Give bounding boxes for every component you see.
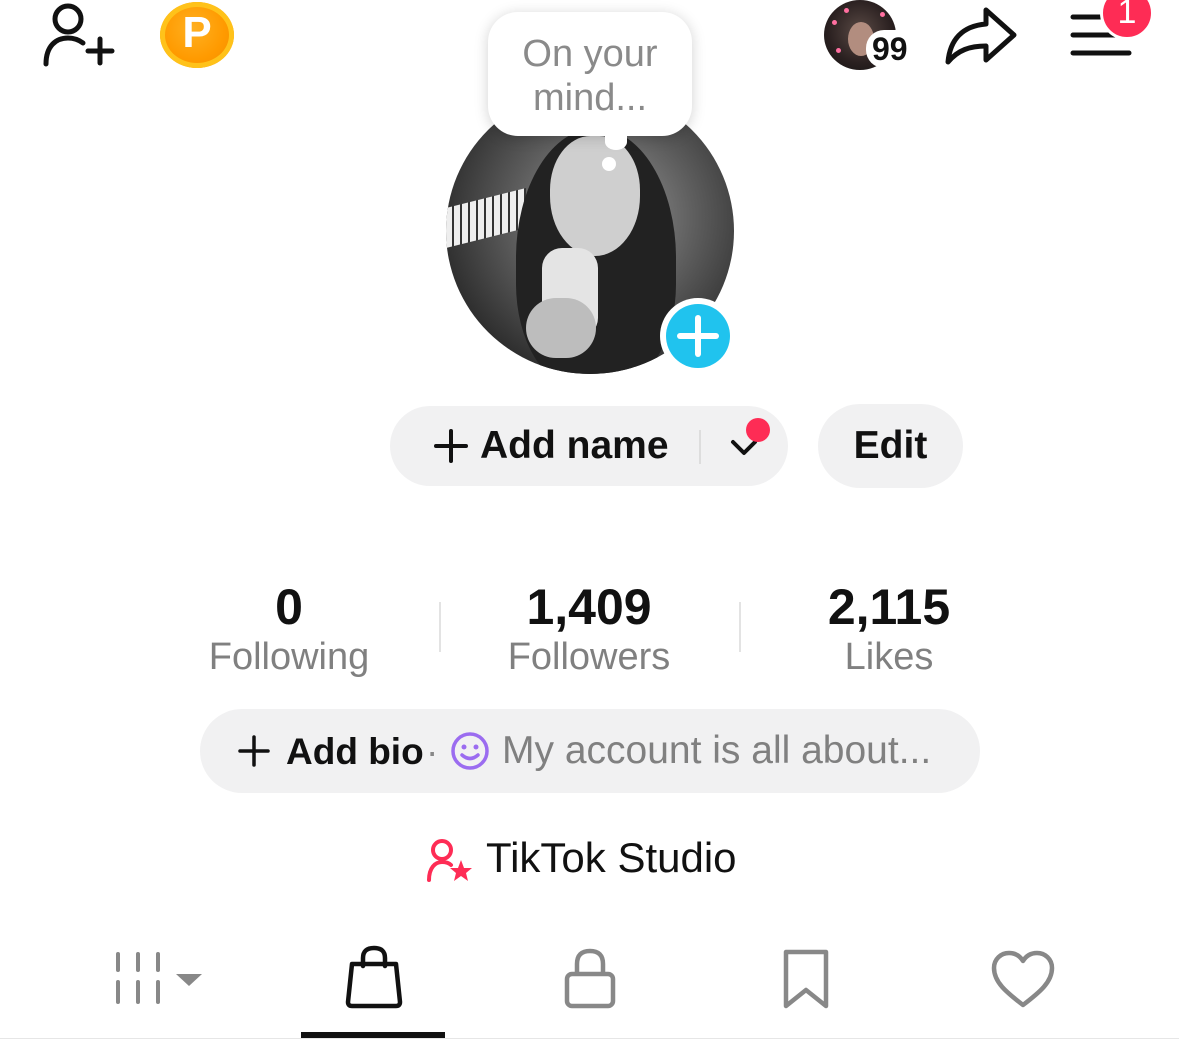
bubble-line-2: mind... [532,77,648,119]
stat-followers[interactable]: 1,409 Followers [439,578,739,679]
photo-keyboard [446,188,526,248]
plus-icon [677,315,719,357]
add-name-button[interactable]: Add name [390,406,788,486]
coin-letter: P [182,8,212,57]
pill-divider [699,430,701,464]
tab-shop[interactable] [344,944,404,1010]
following-count: 0 [275,579,303,635]
chevron-down-icon[interactable] [730,439,758,457]
tab-saved[interactable] [780,948,832,1010]
share-arrow-icon [945,7,1017,65]
bookmark-icon [783,949,829,1009]
likes-count: 2,115 [827,579,951,635]
shopping-bag-icon [345,945,403,1009]
decoration-dot [836,48,841,53]
stat-following[interactable]: 0 Following [139,578,439,679]
person-star-icon [427,839,472,882]
share-profile-button[interactable] [944,4,1018,68]
smiley-icon [451,732,489,770]
add-bio-label: Add bio [286,731,424,772]
grid-videos-icon [116,952,202,1004]
heart-icon [991,950,1055,1008]
tab-bar-divider [0,1038,1179,1039]
bio-placeholder: My account is all about... [502,729,932,772]
bubble-tail [605,134,627,150]
person-plus-icon [43,3,115,67]
notification-dot [746,418,770,442]
bubble-tail-dot [602,157,616,171]
decoration-dot [880,12,885,17]
photo-hand [526,298,596,358]
add-photo-button[interactable] [660,298,736,374]
tab-videos[interactable] [110,948,210,1012]
tab-liked[interactable] [990,950,1056,1010]
likes-label: Likes [844,636,934,678]
photo-face [550,136,640,256]
decoration-dot [844,8,849,13]
bubble-line-1: On your [522,33,658,75]
bio-separator: · [426,731,439,772]
thought-bubble[interactable]: On your mind... [488,12,692,136]
add-bio-button[interactable]: Add bio · My account is all about... [200,709,980,793]
coins-button[interactable]: P [160,2,234,68]
edit-profile-button[interactable]: Edit [818,404,963,488]
followers-count: 1,409 [526,579,652,635]
add-photo-circle [666,304,730,368]
caret-down-icon [176,974,202,986]
plus-icon [434,429,468,463]
tab-private[interactable] [562,946,618,1010]
following-label: Following [208,636,370,678]
stat-likes[interactable]: 2,115 Likes [739,578,1039,679]
plus-icon [238,735,270,767]
decoration-dot [832,20,837,25]
add-name-label: Add name [480,424,669,467]
tiktok-studio-label: TikTok Studio [486,834,737,881]
add-friend-button[interactable] [40,2,116,68]
story-count-badge: 99 [866,30,914,68]
followers-label: Followers [507,636,671,678]
lock-icon [564,948,616,1009]
